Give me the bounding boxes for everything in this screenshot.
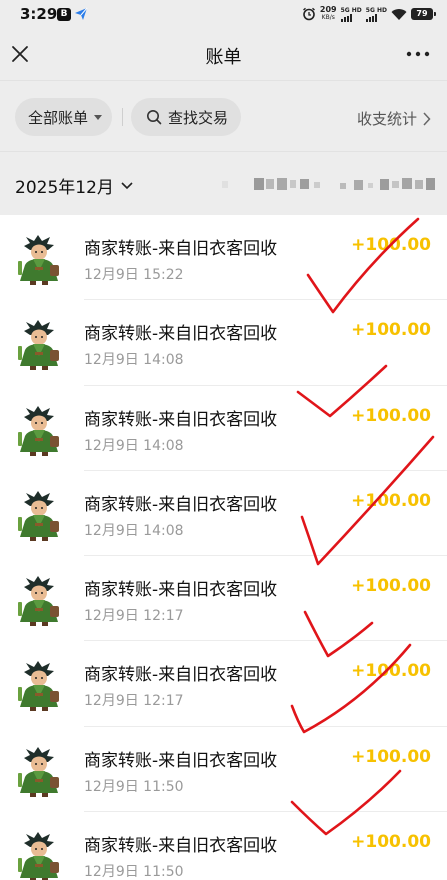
network-speed-unit: KB/s bbox=[321, 14, 335, 21]
wifi-icon bbox=[391, 8, 407, 20]
signal-bars-icon bbox=[340, 13, 352, 22]
status-bar: 3:29 B 209 KB/s 5G HD 5G HD 79 bbox=[0, 0, 447, 30]
transaction-time: 12月9日 14:08 bbox=[84, 437, 184, 454]
network-speed: 209 KB/s bbox=[320, 6, 337, 22]
transaction-title: 商家转账-来自旧衣客回收 bbox=[84, 580, 278, 601]
stats-label: 收支统计 bbox=[356, 110, 417, 128]
transaction-title: 商家转账-来自旧衣客回收 bbox=[84, 750, 278, 771]
transaction-title: 商家转账-来自旧衣客回收 bbox=[84, 836, 278, 857]
transaction-amount: +100.00 bbox=[351, 576, 431, 597]
notification-app-icon: B bbox=[57, 8, 71, 21]
transaction-row[interactable]: 商家转账-来自旧衣客回收 12月9日 14:08 +100.00 bbox=[0, 386, 447, 471]
transaction-row[interactable]: 商家转账-来自旧衣客回收 12月9日 11:50 +100.00 bbox=[0, 727, 447, 813]
transaction-time: 12月9日 15:22 bbox=[84, 267, 184, 283]
transaction-amount: +100.00 bbox=[351, 661, 431, 682]
transaction-amount: +100.00 bbox=[351, 235, 431, 255]
month-label: 2025年12月 bbox=[15, 178, 114, 198]
title-bar: 账单 bbox=[0, 30, 447, 80]
transaction-row[interactable]: 商家转账-来自旧衣客回收 12月9日 12:17 +100.00 bbox=[0, 556, 447, 642]
search-transactions-label: 查找交易 bbox=[168, 108, 229, 127]
merchant-avatar bbox=[18, 661, 59, 712]
transaction-row[interactable]: 商家转账-来自旧衣客回收 12月9日 14:08 +100.00 bbox=[0, 300, 447, 386]
transaction-amount: +100.00 bbox=[351, 405, 431, 426]
chevron-right-icon bbox=[423, 111, 431, 126]
transaction-time: 12月9日 14:08 bbox=[84, 352, 184, 369]
page-title: 账单 bbox=[205, 47, 242, 68]
merchant-avatar bbox=[18, 490, 59, 541]
network-speed-value: 209 bbox=[319, 5, 337, 14]
transaction-title: 商家转账-来自旧衣客回收 bbox=[84, 324, 278, 345]
chevron-down-icon bbox=[121, 182, 133, 190]
blurred-summary bbox=[222, 178, 435, 190]
send-app-icon bbox=[75, 7, 88, 20]
signal-bars-icon bbox=[365, 13, 377, 22]
dropdown-caret-icon bbox=[94, 114, 103, 120]
all-bills-dropdown[interactable]: 全部账单 bbox=[15, 98, 112, 136]
month-bar: 2025年12月 bbox=[0, 153, 447, 215]
battery-icon: 79 bbox=[411, 8, 436, 20]
status-time: 3:29 bbox=[20, 5, 58, 23]
transaction-time: 12月9日 11:50 bbox=[84, 864, 184, 880]
transaction-time: 12月9日 12:17 bbox=[84, 693, 184, 710]
signal-2: 5G HD bbox=[365, 6, 387, 22]
filter-bar: 全部账单 查找交易 收支统计 bbox=[0, 80, 447, 152]
merchant-avatar bbox=[18, 405, 59, 456]
transaction-row[interactable]: 商家转账-来自旧衣客回收 12月9日 11:50 +100.00 bbox=[0, 812, 447, 880]
income-expense-stats-link[interactable]: 收支统计 bbox=[357, 108, 431, 129]
transaction-title: 商家转账-来自旧衣客回收 bbox=[84, 665, 278, 686]
month-selector[interactable]: 2025年12月 bbox=[15, 173, 133, 198]
transaction-title: 商家转账-来自旧衣客回收 bbox=[84, 409, 278, 430]
transaction-amount: +100.00 bbox=[351, 490, 431, 511]
more-icon[interactable] bbox=[403, 42, 433, 66]
merchant-avatar bbox=[18, 320, 59, 371]
search-icon bbox=[147, 110, 162, 125]
all-bills-label: 全部账单 bbox=[28, 108, 89, 127]
merchant-avatar bbox=[18, 832, 59, 880]
signal-1-label: 5G HD bbox=[340, 6, 362, 14]
transaction-title: 商家转账-来自旧衣客回收 bbox=[84, 239, 278, 259]
transaction-row[interactable]: 商家转账-来自旧衣客回收 12月9日 14:08 +100.00 bbox=[0, 471, 447, 557]
transaction-time: 12月9日 11:50 bbox=[84, 778, 184, 795]
merchant-avatar bbox=[18, 746, 59, 797]
transaction-amount: +100.00 bbox=[351, 832, 431, 853]
signal-1: 5G HD bbox=[340, 6, 362, 22]
signal-2-label: 5G HD bbox=[365, 6, 387, 14]
search-transactions-button[interactable]: 查找交易 bbox=[131, 98, 241, 136]
transaction-row[interactable]: 商家转账-来自旧衣客回收 12月9日 15:22 +100.00 bbox=[0, 215, 447, 301]
transaction-amount: +100.00 bbox=[351, 746, 431, 767]
filter-divider bbox=[122, 108, 123, 126]
transaction-time: 12月9日 12:17 bbox=[84, 608, 184, 625]
alarm-icon bbox=[302, 7, 315, 21]
transaction-title: 商家转账-来自旧衣客回收 bbox=[84, 494, 278, 515]
transaction-row[interactable]: 商家转账-来自旧衣客回收 12月9日 12:17 +100.00 bbox=[0, 641, 447, 727]
transaction-amount: +100.00 bbox=[351, 320, 431, 341]
transaction-time: 12月9日 14:08 bbox=[84, 522, 184, 539]
merchant-avatar bbox=[18, 235, 59, 285]
transaction-list: 商家转账-来自旧衣客回收 12月9日 15:22 +100.00 商家转账-来自… bbox=[0, 215, 447, 880]
merchant-avatar bbox=[18, 576, 59, 627]
